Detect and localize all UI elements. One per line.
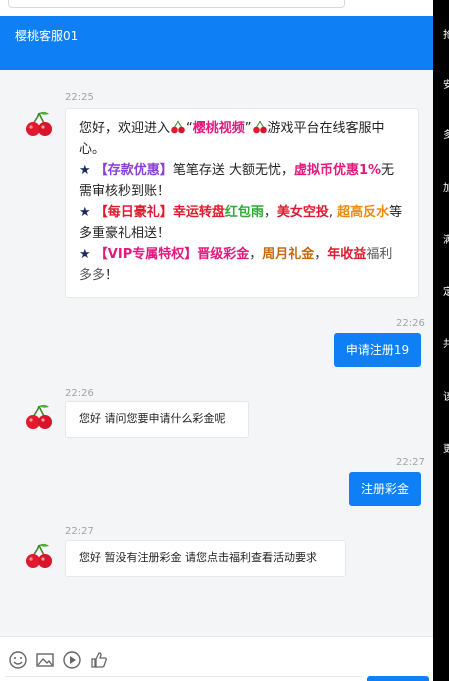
side-panel-item[interactable]: 多 (443, 130, 449, 142)
address-field[interactable] (8, 0, 345, 8)
agent-message-bubble: 您好 请问您要申请什么彩金呢 (65, 401, 249, 438)
composer-toolbar (0, 636, 433, 681)
cherry-avatar-icon (26, 543, 52, 568)
chat-header: 樱桃客服01 (0, 16, 433, 70)
message-time: 22:27 (396, 457, 425, 468)
cherry-avatar-icon (26, 404, 52, 429)
promo-line-deposit: ★ 【存款优惠】笔笔存送 大额无忧，虚拟币优惠1%无需审核秒到账！ (79, 163, 395, 199)
message-list: 22:25 您好，欢迎进入 “樱桃视频” 游戏平台在线客服中心。 ★ 【存款优惠】笔… (0, 70, 433, 636)
side-panel-item[interactable]: 更 (443, 444, 449, 456)
side-panel-item[interactable]: 加 (443, 183, 449, 195)
side-panel-item[interactable]: 共 (443, 339, 449, 351)
agent-message-bubble: 您好 暂没有注册彩金 请您点击福利查看活动要求 (65, 540, 346, 577)
emoji-icon[interactable] (8, 650, 28, 670)
message-time: 22:27 (65, 526, 94, 537)
thumbs-up-icon[interactable] (89, 650, 109, 670)
welcome-message-bubble: 您好，欢迎进入 “樱桃视频” 游戏平台在线客服中心。 ★ 【存款优惠】笔笔存送 大额… (65, 108, 419, 298)
side-panel-item[interactable]: 抢 (443, 30, 449, 42)
video-icon[interactable] (62, 650, 82, 670)
agent-name: 樱桃客服01 (15, 29, 79, 43)
image-icon[interactable] (35, 650, 55, 670)
side-panel-item[interactable]: 满 (443, 235, 449, 247)
cherry-icon (252, 120, 267, 134)
side-panel-item[interactable]: 定 (443, 287, 449, 299)
message-time: 22:25 (65, 92, 94, 103)
chat-window: 樱桃客服01 22:25 您好，欢迎进入 “樱桃视频” 游戏平台在线客服中心。 ★ … (0, 0, 433, 681)
message-input[interactable] (6, 676, 362, 677)
cherry-icon (171, 120, 185, 134)
side-panel-item[interactable]: 安 (443, 80, 449, 92)
send-button[interactable] (367, 676, 429, 681)
message-time: 22:26 (396, 318, 425, 329)
user-message-bubble: 申请注册19 (334, 333, 421, 367)
cherry-avatar-icon (26, 111, 52, 136)
message-time: 22:26 (65, 388, 94, 399)
user-message-bubble: 注册彩金 (349, 472, 421, 506)
promo-line-daily: ★ 【每日豪礼】幸运转盘红包雨，美女空投, 超高反水等多重豪礼相送！ (79, 205, 403, 241)
side-panel-item[interactable]: 该 (443, 392, 449, 404)
welcome-text: 您好，欢迎进入 “樱桃视频” 游戏平台在线客服中心。 (79, 120, 385, 157)
promo-line-vip: ★ 【VIP专属特权】晋级彩金，周月礼金，年收益福利多多！ (79, 247, 393, 283)
browser-bar (0, 0, 433, 16)
